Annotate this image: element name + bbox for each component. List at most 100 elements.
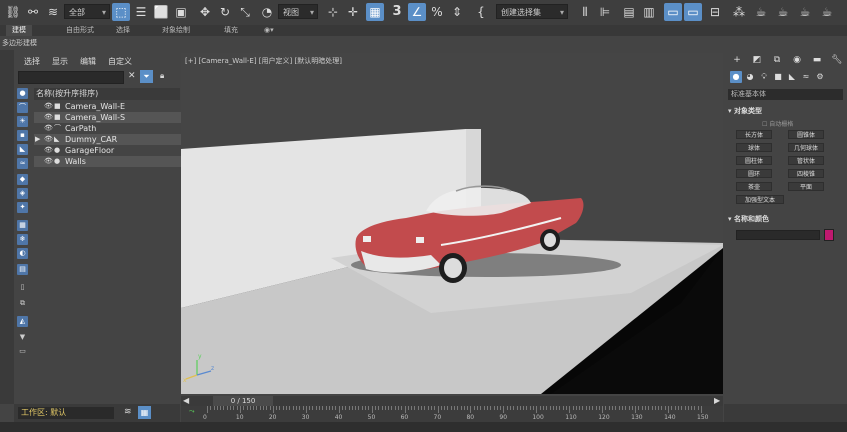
box-button[interactable]: 长方体 bbox=[736, 130, 772, 139]
list-item[interactable]: 👁︎ ■ Camera_Wall-S bbox=[34, 112, 190, 123]
display-shapes-icon[interactable]: ⌒ bbox=[17, 102, 28, 113]
explorer-menu-select[interactable]: 选择 bbox=[24, 56, 40, 67]
display-cameras-icon[interactable]: ▪ bbox=[17, 130, 28, 141]
explorer-menu-display[interactable]: 显示 bbox=[52, 56, 68, 67]
display-bones-icon[interactable]: ✦ bbox=[17, 202, 28, 213]
select-object-icon[interactable]: ⬚ bbox=[112, 3, 130, 21]
layer-explorer-icon[interactable]: ▥ bbox=[640, 3, 658, 21]
space-warps-category-icon[interactable]: ≈ bbox=[800, 71, 812, 83]
list-item[interactable]: 👁︎ ● GarageFloor bbox=[34, 145, 190, 156]
rectangular-selection-icon[interactable]: ⬜ bbox=[152, 3, 170, 21]
section-object-type[interactable]: ▾ 对象类型 bbox=[728, 106, 843, 116]
rotate-icon[interactable]: ↻ bbox=[216, 3, 234, 21]
hierarchy-toggle-icon[interactable]: ⧉ bbox=[17, 298, 28, 309]
explorer-column-header[interactable]: 名称(按升序排序) bbox=[34, 88, 180, 100]
cameras-category-icon[interactable]: ■ bbox=[772, 71, 784, 83]
rendered-frame-window-icon[interactable]: ☕ bbox=[774, 3, 792, 21]
clear-search-icon[interactable]: ✕ bbox=[128, 71, 136, 81]
list-item[interactable]: ▶ 👁︎ ◣ Dummy_CAR bbox=[34, 134, 190, 145]
modify-tab-icon[interactable]: ◩ bbox=[750, 54, 764, 66]
text-plus-button[interactable]: 加强型文本 bbox=[736, 195, 784, 204]
systems-category-icon[interactable]: ⚙ bbox=[814, 71, 826, 83]
link-icon[interactable]: ⛓ bbox=[4, 3, 22, 21]
curve-editor-icon[interactable]: ▭ bbox=[684, 3, 702, 21]
motion-tab-icon[interactable]: ◉ bbox=[790, 54, 804, 66]
align-icon[interactable]: ⊫ bbox=[596, 3, 614, 21]
explorer-menu-customize[interactable]: 自定义 bbox=[108, 56, 132, 67]
hierarchy-tab-icon[interactable]: ⧉ bbox=[770, 54, 784, 66]
torus-button[interactable]: 圆环 bbox=[736, 169, 772, 178]
edit-named-selection-icon[interactable]: { bbox=[472, 3, 490, 21]
visibility-eye-icon[interactable]: 👁︎ bbox=[44, 101, 53, 112]
unlink-icon[interactable]: ⚯ bbox=[24, 3, 42, 21]
viewport-label[interactable]: [+] [Camera_Wall-E] [用户定义] [默认明暗处理] bbox=[185, 56, 342, 66]
sphere-button[interactable]: 球体 bbox=[736, 143, 772, 152]
display-geometry-icon[interactable]: ● bbox=[17, 88, 28, 99]
tab-populate[interactable]: 填充 bbox=[218, 25, 244, 36]
select-manipulate-icon[interactable]: ✛ bbox=[344, 3, 362, 21]
plane-button[interactable]: 平面 bbox=[788, 182, 824, 191]
selection-toggle-icon[interactable]: ◭ bbox=[17, 316, 28, 327]
explorer-menu-edit[interactable]: 编辑 bbox=[80, 56, 96, 67]
display-tab-icon[interactable]: ▬ bbox=[810, 54, 824, 66]
ribbon-toggle-icon[interactable]: ▭ bbox=[664, 3, 682, 21]
visibility-eye-icon[interactable]: 👁︎ bbox=[44, 156, 53, 167]
filter-icon[interactable]: ⏷ bbox=[140, 70, 153, 83]
tab-object-paint[interactable]: 对象绘制 bbox=[156, 25, 196, 36]
snap-toggle-icon[interactable]: 3 bbox=[388, 3, 406, 21]
container-icon[interactable]: ▭ bbox=[17, 346, 28, 357]
spinner-snap-icon[interactable]: ⇕ bbox=[448, 3, 466, 21]
display-containers-icon[interactable]: ▦ bbox=[17, 220, 28, 231]
list-item[interactable]: 👁︎ ⌒ CarPath bbox=[34, 123, 190, 134]
display-lights-icon[interactable]: ☀ bbox=[17, 116, 28, 127]
layer-toggle-icon[interactable]: ▯ bbox=[17, 282, 28, 293]
cone-button[interactable]: 圆锥体 bbox=[788, 130, 824, 139]
utilities-tab-icon[interactable]: 🔧︎ bbox=[830, 54, 844, 66]
named-selection-sets-dropdown[interactable]: 创建选择集 bbox=[496, 4, 568, 20]
display-hidden-icon[interactable]: ◐ bbox=[17, 248, 28, 259]
mirror-icon[interactable]: ⫴ bbox=[576, 3, 594, 21]
primitive-category-dropdown[interactable]: 标准基本体 bbox=[728, 89, 843, 100]
next-frame-icon[interactable]: ▶ bbox=[714, 396, 720, 405]
pivot-center-icon[interactable]: ⊹ bbox=[324, 3, 342, 21]
render-production-icon[interactable]: ☕ bbox=[796, 3, 814, 21]
selection-filter-dropdown[interactable]: 全部 bbox=[64, 4, 110, 20]
display-xrefs-icon[interactable]: ◈ bbox=[17, 188, 28, 199]
workspace-selector[interactable]: 工作区: 默认 bbox=[18, 407, 114, 419]
object-color-swatch[interactable] bbox=[824, 229, 834, 241]
curve-editor-mini-icon[interactable]: ⤳ bbox=[189, 407, 195, 416]
visibility-eye-icon[interactable]: 👁︎ bbox=[44, 145, 53, 156]
scale-icon[interactable]: ⤡ bbox=[236, 3, 254, 21]
create-tab-icon[interactable]: + bbox=[730, 54, 744, 66]
reference-coordinate-dropdown[interactable]: 视图 bbox=[278, 4, 318, 20]
percent-snap-icon[interactable]: % bbox=[428, 3, 446, 21]
select-by-name-icon[interactable]: ☰ bbox=[132, 3, 150, 21]
ribbon-options-icon[interactable]: ◉▾ bbox=[258, 25, 280, 36]
polygon-modeling-label[interactable]: 多边形建模 bbox=[2, 38, 37, 48]
funnel-icon[interactable]: ▼ bbox=[17, 332, 28, 343]
object-name-input[interactable] bbox=[736, 230, 820, 240]
explorer-search-input[interactable] bbox=[18, 71, 124, 84]
display-helpers-icon[interactable]: ◣ bbox=[17, 144, 28, 155]
tube-button[interactable]: 管状体 bbox=[788, 156, 824, 165]
geometry-category-icon[interactable]: ● bbox=[730, 71, 742, 83]
tab-selection[interactable]: 选择 bbox=[110, 25, 136, 36]
expand-arrow-icon[interactable]: ▶ bbox=[35, 134, 40, 145]
display-groups-icon[interactable]: ◆ bbox=[17, 174, 28, 185]
place-icon[interactable]: ◔ bbox=[258, 3, 276, 21]
window-crossing-icon[interactable]: ▣ bbox=[172, 3, 190, 21]
visibility-eye-icon[interactable]: 👁︎ bbox=[44, 123, 53, 134]
display-frozen-icon[interactable]: ❄ bbox=[17, 234, 28, 245]
render-setup-icon[interactable]: ☕ bbox=[752, 3, 770, 21]
scene-explorer-icon[interactable]: ▦ bbox=[138, 406, 151, 419]
section-name-color[interactable]: ▾ 名称和颜色 bbox=[728, 214, 843, 224]
cylinder-button[interactable]: 圆柱体 bbox=[736, 156, 772, 165]
viewport-camera[interactable]: [+] [Camera_Wall-E] [用户定义] [默认明暗处理] x y … bbox=[181, 53, 723, 394]
display-all-icon[interactable]: ▤ bbox=[17, 264, 28, 275]
timeline-track[interactable]: ⤳ 0 10 20 30 40 50 60 70 80 90 100 110 120 130 140 150 bbox=[181, 406, 723, 422]
pyramid-button[interactable]: 四棱锥 bbox=[788, 169, 824, 178]
helpers-category-icon[interactable]: ◣ bbox=[786, 71, 798, 83]
time-slider[interactable]: 0 / 150 bbox=[213, 396, 273, 406]
material-editor-icon[interactable]: ⁂ bbox=[730, 3, 748, 21]
layer-manager-icon[interactable]: ≋ bbox=[124, 407, 132, 417]
